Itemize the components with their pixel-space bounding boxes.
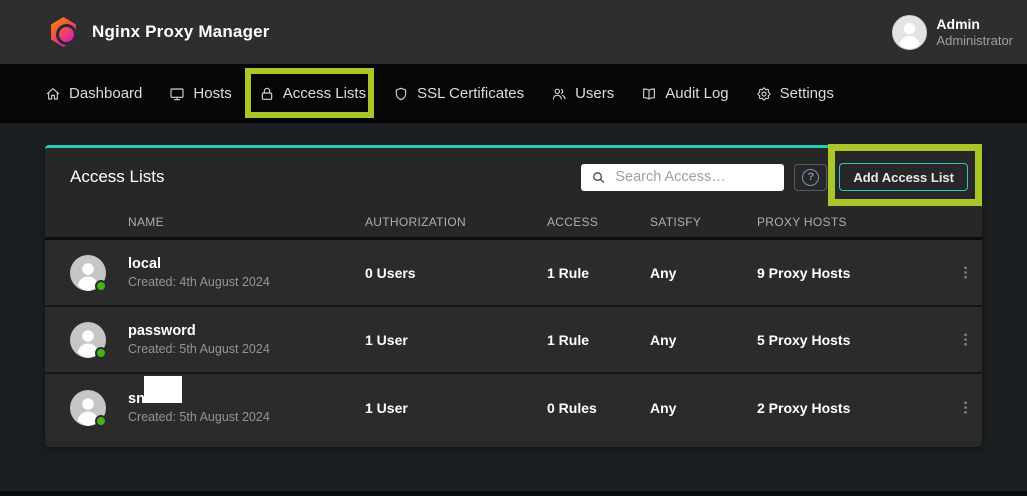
table-row: snCreated: 5th August 20241 User0 RulesA… [45,374,982,441]
access-list-name: password [128,323,365,339]
avatar [70,255,106,291]
help-circle-icon: ? [802,169,819,186]
panel-title: Access Lists [70,167,164,187]
npm-logo-icon [50,17,77,47]
shield-icon [393,86,409,102]
access-value: 1 Rule [547,265,650,281]
main-nav: Dashboard Hosts Access Lists SSL Certificat… [0,64,1027,123]
window-bottom-edge [0,491,1027,496]
search-box [581,164,784,191]
satisfy-value: Any [650,265,757,281]
users-icon [551,86,567,102]
nav-item-label: Audit Log [665,85,728,102]
monitor-icon [169,86,185,102]
nav-item-label: Settings [780,85,834,102]
app-header: Nginx Proxy Manager Admin Administrator [0,0,1027,64]
row-menu-kebab-icon[interactable] [952,260,978,286]
nav-item-audit-log[interactable]: Audit Log [641,85,728,102]
access-value: 1 Rule [547,332,650,348]
row-menu-kebab-icon[interactable] [952,327,978,353]
satisfy-value: Any [650,400,757,416]
authorization-value: 1 User [365,400,547,416]
gear-icon [756,86,772,102]
nav-item-users[interactable]: Users [551,85,614,102]
search-input[interactable] [581,164,784,191]
nav-item-label: Users [575,85,614,102]
nav-item-label: Dashboard [69,85,142,102]
nav-item-label: Hosts [193,85,231,102]
user-avatar [892,15,927,50]
authorization-value: 1 User [365,332,547,348]
nav-item-access-lists[interactable]: Access Lists [259,85,366,102]
status-online-dot [95,280,107,292]
nav-item-hosts[interactable]: Hosts [169,85,231,102]
home-icon [45,86,61,102]
nav-item-label: SSL Certificates [417,85,524,102]
satisfy-value: Any [650,332,757,348]
redaction-box [144,376,182,403]
status-online-dot [95,347,107,359]
status-online-dot [95,415,107,427]
user-role: Administrator [936,33,1013,49]
created-date: Created: 5th August 2024 [128,410,365,424]
column-header: AUTHORIZATION [365,215,547,229]
column-header: ACCESS [547,215,650,229]
access-list-name: local [128,256,365,272]
add-access-list-button[interactable]: Add Access List [839,163,968,191]
nav-item-settings[interactable]: Settings [756,85,834,102]
authorization-value: 0 Users [365,265,547,281]
avatar [70,322,106,358]
created-date: Created: 4th August 2024 [128,275,365,289]
panel-header: Access Lists ? Add Access List [45,148,982,206]
table-row: password Created: 5th August 20241 User1 … [45,307,982,374]
help-button[interactable]: ? [794,164,827,191]
column-header: PROXY HOSTS [757,215,948,229]
table-header-row: NAMEAUTHORIZATIONACCESSSATISFYPROXY HOST… [45,206,982,240]
access-lists-panel: Access Lists ? Add Access List NAMEAUTHO… [45,145,982,447]
lock-icon [259,86,275,102]
nav-item-label: Access Lists [283,85,366,102]
row-menu-kebab-icon[interactable] [952,395,978,421]
column-header: NAME [128,215,365,229]
book-icon [641,86,657,102]
search-icon [591,170,606,185]
person-silhouette-icon [892,15,927,50]
user-menu[interactable]: Admin Administrator [892,15,1013,50]
proxy-hosts-value: 9 Proxy Hosts [757,265,948,281]
nav-item-ssl-certificates[interactable]: SSL Certificates [393,85,524,102]
user-name: Admin [936,15,1013,33]
proxy-hosts-value: 5 Proxy Hosts [757,332,948,348]
proxy-hosts-value: 2 Proxy Hosts [757,400,948,416]
nav-item-dashboard[interactable]: Dashboard [45,85,142,102]
app-brand[interactable]: Nginx Proxy Manager [50,0,270,64]
created-date: Created: 5th August 2024 [128,342,365,356]
avatar [70,390,106,426]
app-title: Nginx Proxy Manager [92,22,270,42]
column-header: SATISFY [650,215,757,229]
table-body: localCreated: 4th August 20240 Users1 Ru… [45,240,982,441]
table-row: local Created: 4th August 20240 Users1 Ru… [45,240,982,307]
access-value: 0 Rules [547,400,650,416]
